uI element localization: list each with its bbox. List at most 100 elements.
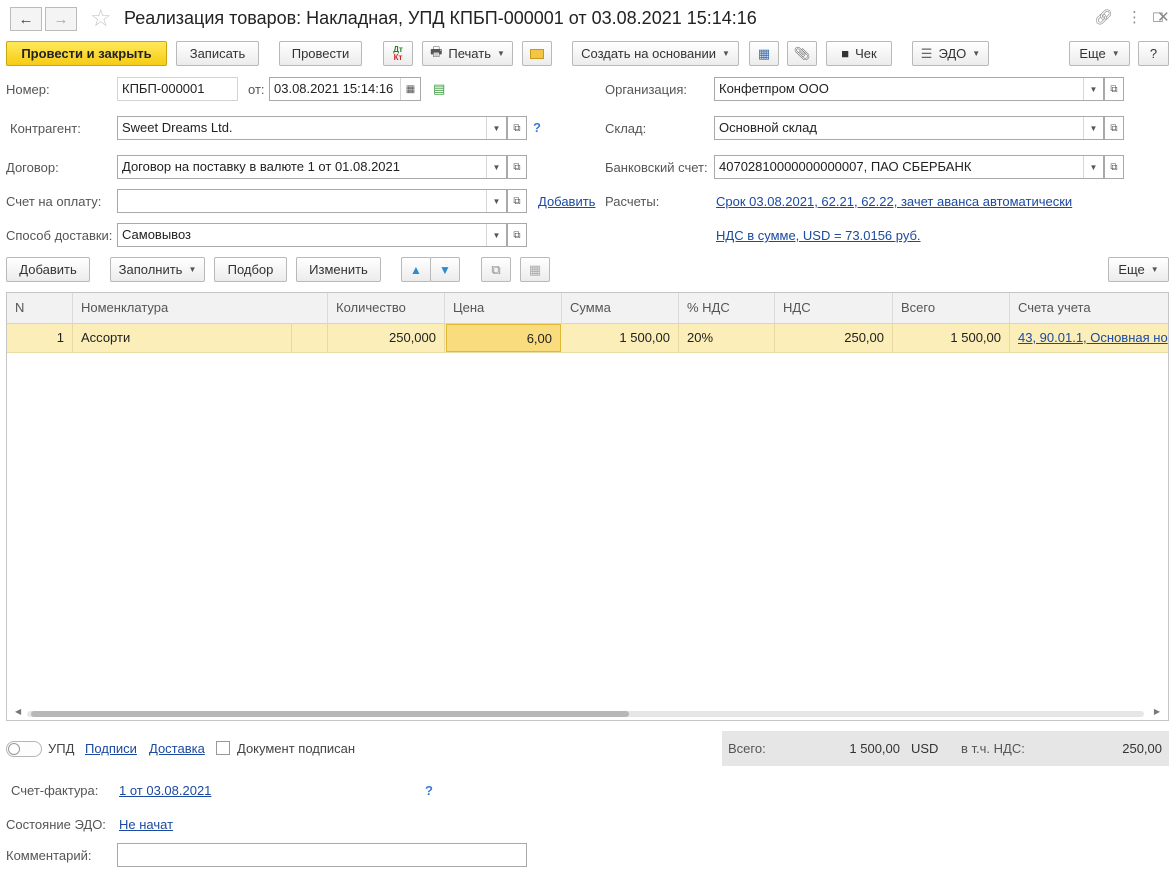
email-button[interactable] (522, 41, 552, 66)
table-fill-button[interactable]: Заполнить ▼ (110, 257, 205, 282)
chevron-down-icon[interactable]: ▼ (486, 224, 506, 246)
chevron-down-icon[interactable]: ▼ (486, 190, 506, 212)
delivery-field[interactable]: Самовывоз ▼ (117, 223, 507, 247)
more-vertical-icon[interactable]: ⋮ (1127, 8, 1142, 26)
cell-total[interactable]: 1 500,00 (893, 324, 1010, 352)
edo-state-link[interactable]: Не начат (119, 817, 173, 832)
dt-kt-icon: Дт Кт (393, 44, 403, 62)
comment-label: Комментарий: (6, 848, 92, 863)
copy-icon: ⧉ (491, 261, 501, 277)
column-header-total[interactable]: Всего (893, 293, 1010, 324)
upd-toggle[interactable] (6, 741, 42, 757)
vat-link[interactable]: НДС в сумме, USD = 73.0156 руб. (716, 228, 921, 243)
cell-vat-rate[interactable]: 20% (679, 324, 775, 352)
paste-row-button[interactable]: ▦ (520, 257, 550, 282)
organization-field[interactable]: Конфетпром ООО ▼ (714, 77, 1104, 101)
save-button[interactable]: Записать (176, 41, 259, 66)
open-contract-icon[interactable]: ⧉ (507, 155, 527, 179)
invoice-add-link[interactable]: Добавить (538, 194, 595, 209)
settlements-label: Расчеты: (605, 194, 660, 209)
vat-included-value: 250,00 (1122, 741, 1162, 756)
open-organization-icon[interactable]: ⧉ (1104, 77, 1124, 101)
table-add-button[interactable]: Добавить (6, 257, 90, 282)
column-header-accounts[interactable]: Счета учета (1010, 293, 1168, 324)
link-icon[interactable]: 🔗︎ (1094, 8, 1113, 26)
print-button[interactable]: 🖶︎ Печать ▼ (422, 41, 513, 66)
printer-icon: 🖶︎ (430, 43, 443, 59)
scroll-left-icon[interactable]: ◀ (15, 707, 21, 716)
arrow-down-icon: ▼ (439, 262, 451, 277)
cell-sum[interactable]: 1 500,00 (562, 324, 679, 352)
contractor-help-icon[interactable]: ? (533, 120, 541, 135)
cell-price[interactable]: 6,00 (446, 324, 561, 352)
receipt-button[interactable]: ■ Чек (826, 41, 892, 66)
calendar-icon[interactable]: ▦ (400, 78, 420, 100)
cell-quantity[interactable]: 250,000 (328, 324, 445, 352)
close-window-icon[interactable]: ✕ (1157, 8, 1170, 26)
edo-button[interactable]: ☰ ЭДО ▼ (912, 41, 989, 66)
horizontal-scrollbar[interactable]: ◀ ▶ (15, 707, 1160, 717)
date-field[interactable]: 03.08.2021 15:14:16 ▦ (269, 77, 421, 101)
document-signed-checkbox[interactable] (216, 741, 230, 755)
bank-account-field[interactable]: 40702810000000000007, ПАО СБЕРБАНК ▼ (714, 155, 1104, 179)
structure-button[interactable]: ▦ (749, 41, 779, 66)
column-header-sum[interactable]: Сумма (562, 293, 679, 324)
invoice-doc-link[interactable]: 1 от 03.08.2021 (119, 783, 211, 798)
accounts-link[interactable]: 43, 90.01.1, Основная но (1018, 330, 1168, 345)
cell-accounts[interactable]: 43, 90.01.1, Основная но (1010, 324, 1168, 352)
copy-row-button[interactable]: ⧉ (481, 257, 511, 282)
column-header-price[interactable]: Цена (445, 293, 562, 324)
column-header-vat[interactable]: НДС (775, 293, 893, 324)
cell-item[interactable]: Ассорти (73, 324, 292, 352)
open-bank-account-icon[interactable]: ⧉ (1104, 155, 1124, 179)
column-header-vat-rate[interactable]: % НДС (679, 293, 775, 324)
chevron-down-icon[interactable]: ▼ (1083, 117, 1103, 139)
number-field[interactable]: КПБП-000001 (117, 77, 238, 101)
chevron-down-icon: ▼ (496, 49, 505, 58)
delivery-link[interactable]: Доставка (149, 741, 205, 756)
table-pick-button[interactable]: Подбор (214, 257, 287, 282)
contractor-field[interactable]: Sweet Dreams Ltd. ▼ (117, 116, 507, 140)
dt-kt-button[interactable]: Дт Кт (383, 41, 413, 66)
create-based-on-button[interactable]: Создать на основании ▼ (572, 41, 739, 66)
chevron-down-icon[interactable]: ▼ (486, 117, 506, 139)
invoice-field[interactable]: ▼ (117, 189, 507, 213)
invoice-help-icon[interactable]: ? (425, 783, 433, 798)
open-invoice-icon[interactable]: ⧉ (507, 189, 527, 213)
column-header-n[interactable]: N (7, 293, 73, 324)
column-header-quantity[interactable]: Количество (328, 293, 445, 324)
scrollbar-thumb[interactable] (31, 711, 629, 717)
chevron-down-icon[interactable]: ▼ (486, 156, 506, 178)
open-warehouse-icon[interactable]: ⧉ (1104, 116, 1124, 140)
chevron-down-icon[interactable]: ▼ (1083, 156, 1103, 178)
more-button[interactable]: Еще ▼ (1069, 41, 1130, 66)
open-delivery-icon[interactable]: ⧉ (507, 223, 527, 247)
help-button[interactable]: ? (1138, 41, 1169, 66)
invoice-label: Счет на оплату: (6, 194, 102, 209)
column-header-item[interactable]: Номенклатура (73, 293, 328, 324)
contract-field[interactable]: Договор на поставку в валюте 1 от 01.08.… (117, 155, 507, 179)
post-button[interactable]: Провести (279, 41, 362, 66)
table-row[interactable]: 1 Ассорти 250,000 6,00 1 500,00 20% 250,… (7, 324, 1168, 353)
comment-list-icon[interactable]: ▤ (433, 81, 445, 97)
favorite-star-icon[interactable]: ☆ (90, 4, 112, 33)
goods-table[interactable]: N Номенклатура Количество Цена Сумма % Н… (6, 292, 1169, 721)
warehouse-field[interactable]: Основной склад ▼ (714, 116, 1104, 140)
back-button[interactable]: ← (10, 7, 42, 31)
total-label: Всего: (728, 741, 766, 756)
open-contractor-icon[interactable]: ⧉ (507, 116, 527, 140)
settlements-link[interactable]: Срок 03.08.2021, 62.21, 62.22, зачет ава… (716, 194, 1072, 209)
post-and-close-button[interactable]: Провести и закрыть (6, 41, 167, 66)
invoice-doc-label: Счет-фактура: (11, 783, 99, 798)
move-down-button[interactable]: ▼ (430, 257, 460, 282)
move-up-button[interactable]: ▲ (401, 257, 431, 282)
table-change-button[interactable]: Изменить (296, 257, 381, 282)
table-more-button[interactable]: Еще ▼ (1108, 257, 1169, 282)
scroll-right-icon[interactable]: ▶ (1154, 707, 1160, 716)
comment-field[interactable] (117, 843, 527, 867)
signatures-link[interactable]: Подписи (85, 741, 137, 756)
chevron-down-icon[interactable]: ▼ (1083, 78, 1103, 100)
cell-vat[interactable]: 250,00 (775, 324, 893, 352)
forward-button[interactable]: → (45, 7, 77, 31)
attach-button[interactable]: 📎︎ (787, 41, 817, 66)
